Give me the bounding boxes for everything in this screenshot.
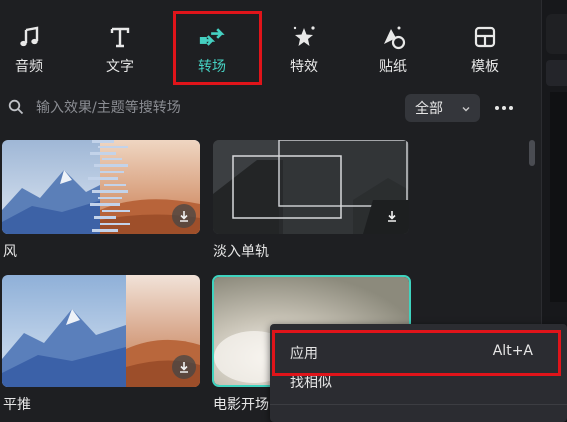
search-row: 全部: [0, 92, 541, 124]
search-icon: [8, 99, 24, 115]
text-t-icon: [107, 24, 133, 50]
download-icon[interactable]: [172, 204, 196, 228]
transition-thumbnail: [213, 140, 409, 234]
transition-thumbnail: [2, 140, 200, 234]
more-options-button[interactable]: [490, 94, 518, 122]
transition-card-label: 淡入单轨: [213, 244, 269, 260]
menu-divider: [270, 404, 567, 405]
right-panel-body: [550, 92, 567, 302]
transition-card-label: 风: [3, 244, 17, 260]
chevron-down-icon: [461, 102, 471, 112]
right-panel-header: [546, 14, 567, 54]
tab-effects-label: 特效: [290, 59, 318, 75]
template-grid-icon: [472, 24, 498, 50]
category-toolbar: 音频 文字 转场 特效 贴纸 模板: [0, 14, 541, 84]
tab-stickers[interactable]: 贴纸: [360, 14, 426, 84]
search-input[interactable]: [36, 95, 396, 121]
transition-card-label: 平推: [3, 397, 31, 413]
tab-text-label: 文字: [106, 59, 134, 75]
tab-effects[interactable]: 特效: [271, 14, 337, 84]
transition-thumbnail: [2, 275, 200, 387]
transition-card[interactable]: 风: [2, 140, 202, 265]
highlight-box-transitions-tab: [173, 11, 262, 85]
tab-audio-label: 音频: [15, 59, 43, 75]
tab-text[interactable]: 文字: [87, 14, 153, 84]
filter-selected-label: 全部: [415, 101, 443, 117]
highlight-box-apply: [272, 330, 561, 376]
right-panel-tab: [546, 60, 567, 86]
tab-templates-label: 模板: [471, 59, 499, 75]
transition-card[interactable]: 淡入单轨: [213, 140, 413, 265]
scrollbar-thumb[interactable]: [529, 140, 535, 166]
sticker-icon: [380, 24, 406, 50]
tab-templates[interactable]: 模板: [452, 14, 518, 84]
sparkle-star-icon: [291, 24, 317, 50]
download-icon[interactable]: [172, 355, 196, 379]
category-filter-dropdown[interactable]: 全部: [405, 94, 480, 122]
transition-card-label: 电影开场: [213, 397, 269, 413]
tab-stickers-label: 贴纸: [379, 59, 407, 75]
tab-audio[interactable]: 音频: [0, 14, 62, 84]
download-icon[interactable]: [380, 204, 404, 228]
transition-card[interactable]: 平推: [2, 275, 202, 415]
music-note-icon: [16, 24, 42, 50]
